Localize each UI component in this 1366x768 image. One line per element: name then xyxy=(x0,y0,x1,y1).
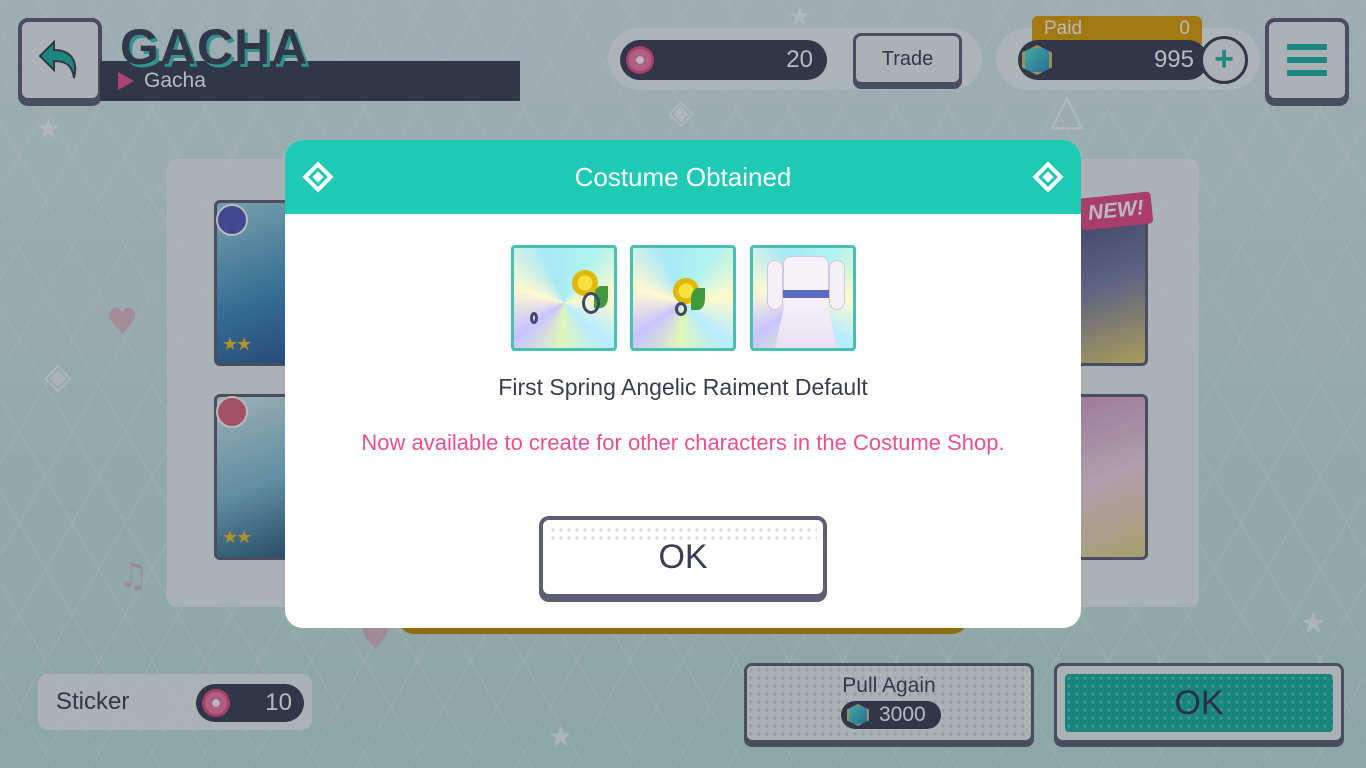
outfit-skirt-icon xyxy=(775,298,837,348)
sleeve-shape xyxy=(829,260,845,310)
leaf-icon xyxy=(691,288,705,310)
costume-obtained-dialog: Costume Obtained First Spring Angelic Ra… xyxy=(285,140,1081,628)
sleeve-shape xyxy=(767,260,783,310)
diamond-icon xyxy=(302,161,334,193)
hairpin-icon xyxy=(582,292,600,314)
dialog-header: Costume Obtained xyxy=(285,140,1081,214)
diamond-icon xyxy=(1032,161,1064,193)
hairpin-icon xyxy=(675,302,687,316)
costume-thumbnail-outfit[interactable] xyxy=(750,245,856,351)
costume-shop-notice: Now available to create for other charac… xyxy=(361,430,1005,455)
costume-name: First Spring Angelic Raiment Default xyxy=(498,374,868,400)
dialog-ok-label: OK xyxy=(549,526,817,588)
pin-icon xyxy=(530,312,538,324)
outfit-belt-icon xyxy=(783,290,829,298)
game-screen: ★ ★ ♥ ♫ △ ★ ◈ ★ ◈ ♥ Gacha GACHA 20 Trade… xyxy=(0,0,1366,768)
costume-thumbnail-hair-accessory-alt[interactable] xyxy=(630,245,736,351)
dialog-ok-button[interactable]: OK xyxy=(539,516,827,598)
dialog-title: Costume Obtained xyxy=(574,161,792,192)
costume-thumbnail-hair-accessory[interactable] xyxy=(511,245,617,351)
